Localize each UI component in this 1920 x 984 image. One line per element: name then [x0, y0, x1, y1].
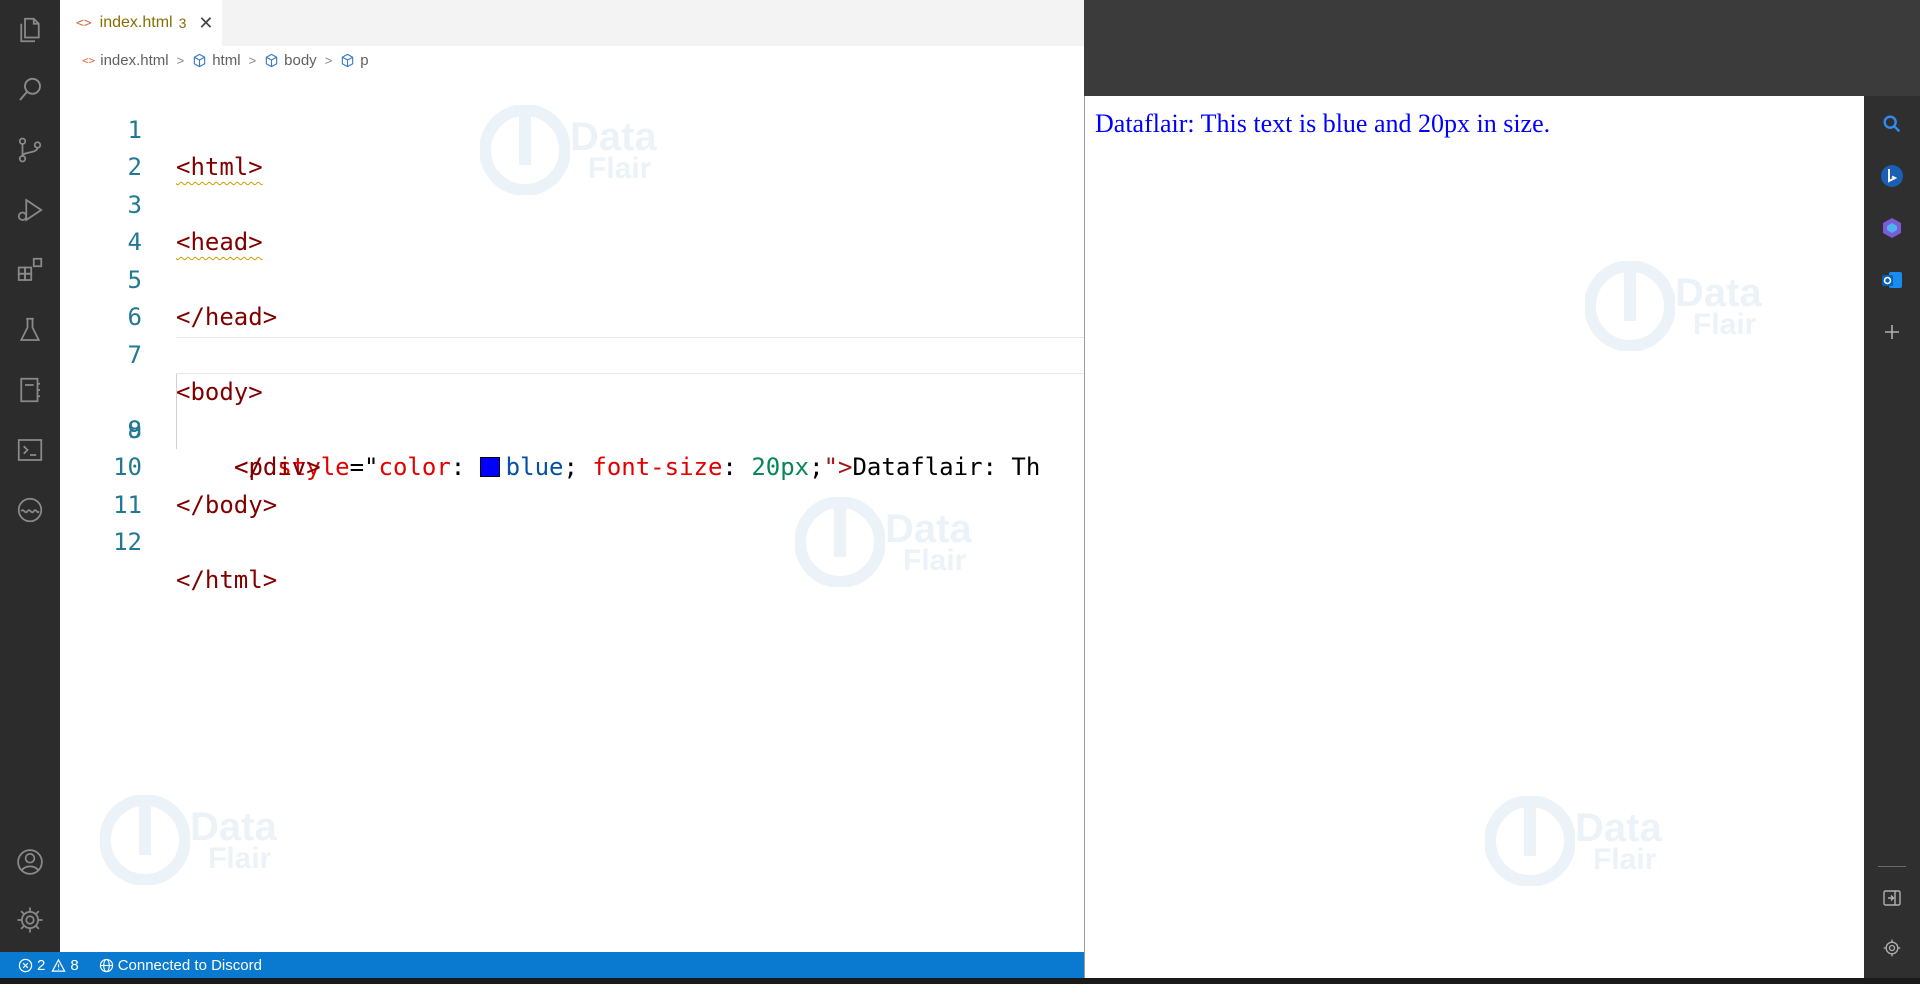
explorer-icon[interactable] [14, 14, 46, 46]
notebook-icon[interactable] [14, 374, 46, 406]
breadcrumb-label: body [284, 51, 317, 69]
chevron-right-icon: > [176, 52, 185, 68]
outlook-icon[interactable] [1878, 266, 1906, 294]
settings-icon[interactable] [1878, 934, 1906, 962]
breadcrumb-label: p [360, 51, 369, 69]
code-line[interactable]: 9 </div> [60, 374, 1084, 482]
watermark-text: Flair [1593, 842, 1657, 876]
code-line[interactable]: 1 <html> [60, 74, 1084, 182]
watermark-text: Flair [903, 543, 967, 577]
testing-icon[interactable] [14, 314, 46, 346]
watermark-text: Flair [1693, 307, 1757, 341]
watermark-text: Data [1675, 270, 1762, 315]
live-share-icon[interactable] [14, 494, 46, 526]
close-icon[interactable]: ✕ [198, 14, 213, 32]
chevron-right-icon: > [248, 52, 257, 68]
terminal-icon[interactable] [14, 434, 46, 466]
preview-paragraph: Dataflair: This text is blue and 20px in… [1095, 109, 1551, 138]
breadcrumb-label: index.html [100, 51, 169, 69]
discord-status-label: Connected to Discord [117, 956, 262, 974]
tab-problem-count: 3 [178, 15, 187, 31]
panel-toggle-icon[interactable] [1878, 884, 1906, 912]
discord-status[interactable]: Connected to Discord [99, 957, 262, 974]
tab-strip: <> index.html 3 ✕ [60, 0, 1084, 46]
source-control-icon[interactable] [14, 134, 46, 166]
error-icon [18, 958, 33, 972]
tab-index-html[interactable]: <> index.html 3 ✕ [60, 0, 222, 46]
code-line[interactable]: 3 <head> [60, 149, 1084, 257]
activity-bar [0, 0, 60, 952]
watermark-text: Data [190, 804, 277, 849]
run-debug-icon[interactable] [14, 194, 46, 226]
code-line[interactable]: 2 [60, 112, 1084, 181]
status-bar: 2 8 Connected to Discord [0, 952, 1084, 978]
code-line-current[interactable]: 8 <p style="color: blue; font-size: 20px… [60, 336, 1084, 481]
html-file-icon: <> [82, 53, 96, 67]
current-line-highlight [176, 336, 1084, 374]
code-line[interactable]: 10 </body> [60, 412, 1084, 519]
search-icon[interactable] [1878, 110, 1906, 138]
browser-sidebar [1864, 96, 1920, 984]
breadcrumb-item-file[interactable]: <> index.html [82, 52, 169, 69]
browser-top-area [1084, 0, 1920, 96]
search-icon[interactable] [14, 74, 46, 106]
code-line[interactable]: 7 <body> [60, 299, 1084, 407]
bing-icon[interactable] [1878, 162, 1906, 190]
extensions-icon[interactable] [14, 254, 46, 286]
breadcrumb-label: html [212, 51, 241, 69]
error-count: 2 [37, 956, 46, 974]
breadcrumb-item-body[interactable]: body [264, 52, 317, 69]
tab-label: index.html [99, 14, 173, 31]
code-line[interactable]: 5 </head> [60, 224, 1084, 332]
watermark-text: Flair [208, 841, 272, 875]
code-line[interactable]: 6 [60, 262, 1084, 331]
settings-gear-icon[interactable] [14, 904, 46, 936]
breadcrumb: <> index.html > html > body > p [82, 48, 369, 72]
code-line[interactable]: 12 </html> [60, 487, 1084, 594]
problems-indicator[interactable]: 2 8 [18, 957, 79, 974]
breadcrumb-item-html[interactable]: html [192, 51, 241, 69]
html-file-icon: <> [76, 15, 92, 31]
globe-icon [99, 958, 113, 972]
browser-preview-page: Dataflair: This text is blue and 20px in… [1084, 96, 1864, 980]
warning-icon [51, 958, 66, 972]
code-token: </html> [176, 565, 278, 594]
line-number: 12 [113, 528, 142, 556]
warning-count: 8 [70, 956, 79, 974]
code-line[interactable]: 11 [60, 449, 1084, 519]
taskbar-edge [0, 978, 1920, 984]
editor-pane: <> index.html 3 ✕ <> index.html > html >… [60, 0, 1084, 952]
chevron-right-icon: > [324, 52, 333, 68]
code-line[interactable]: 4 [60, 187, 1084, 256]
symbol-element-icon [192, 53, 207, 68]
watermark-logo: Data Flair [1585, 261, 1762, 351]
watermark-logo: Data Flair [100, 795, 277, 885]
breadcrumb-item-p[interactable]: p [340, 51, 369, 69]
account-icon[interactable] [14, 846, 46, 878]
symbol-element-icon [264, 53, 279, 68]
code-area[interactable]: 1 <html> 2 3 <head> 4 5 </head> 6 7 <bod… [60, 74, 1084, 594]
rail-divider [1878, 866, 1906, 867]
symbol-element-icon [340, 53, 355, 68]
watermark-logo: Data Flair [1485, 796, 1662, 886]
copilot-icon[interactable] [1878, 214, 1906, 242]
watermark-text: Data [1575, 805, 1662, 850]
add-icon[interactable] [1878, 318, 1906, 346]
